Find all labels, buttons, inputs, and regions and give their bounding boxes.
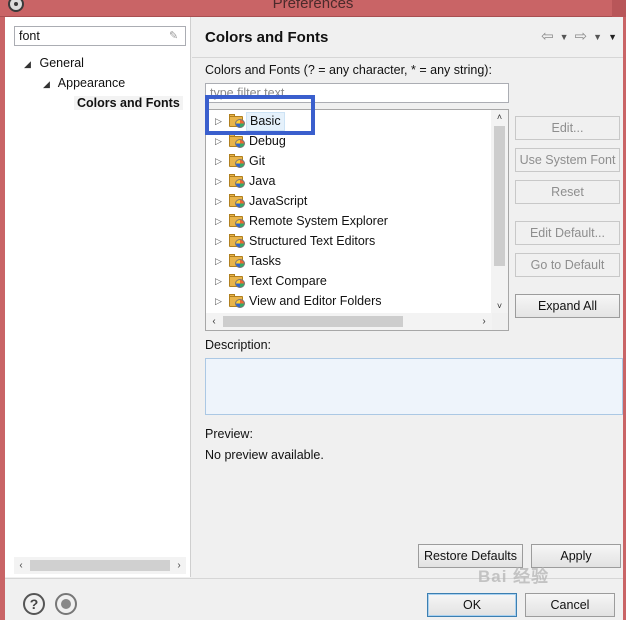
tree-node-appearance[interactable]: ◢ Appearance xyxy=(43,73,125,93)
tree-vertical-scrollbar[interactable]: ˄ ˅ xyxy=(491,110,508,313)
description-label: Description: xyxy=(205,338,271,352)
scroll-right-icon[interactable]: › xyxy=(476,313,492,330)
edit-default-button[interactable]: Edit Default... xyxy=(515,221,620,245)
tree-item-text-compare[interactable]: ▷ Text Compare xyxy=(206,271,486,291)
page-title: Colors and Fonts xyxy=(205,29,329,46)
description-area xyxy=(205,358,623,415)
folder-palette-icon xyxy=(229,134,245,148)
record-macro-icon[interactable] xyxy=(55,593,77,615)
expanded-arrow-icon[interactable]: ◢ xyxy=(24,54,36,74)
help-icon[interactable]: ? xyxy=(23,593,45,615)
tree-item-label: JavaScript xyxy=(249,194,308,208)
filter-value: font xyxy=(19,29,40,43)
tree-item-structured-text-editors[interactable]: ▷ Structured Text Editors xyxy=(206,231,486,251)
tree-item-label: Remote System Explorer xyxy=(249,214,388,228)
clear-filter-icon[interactable]: ✎ xyxy=(169,30,181,42)
reset-button[interactable]: Reset xyxy=(515,180,620,204)
folder-palette-icon xyxy=(229,274,245,288)
forward-arrow-icon[interactable]: ⇨ xyxy=(575,29,588,45)
preferences-filter-input[interactable]: font ✎ xyxy=(14,26,186,46)
tree-node-label: Colors and Fonts xyxy=(74,96,183,110)
preview-text: No preview available. xyxy=(205,448,324,462)
watermark-text: Bai 经验 xyxy=(478,567,550,586)
folder-palette-icon xyxy=(229,174,245,188)
scroll-right-icon[interactable]: › xyxy=(172,557,186,574)
title-bar: Preferences xyxy=(0,0,626,17)
collapsed-arrow-icon[interactable]: ▷ xyxy=(215,151,222,171)
back-menu-chevron-icon[interactable]: ▼ xyxy=(560,29,569,45)
tree-item-label: Text Compare xyxy=(249,274,327,288)
folder-palette-icon xyxy=(229,214,245,228)
folder-palette-icon xyxy=(229,194,245,208)
use-system-font-button[interactable]: Use System Font xyxy=(515,148,620,172)
tree-item-view-and-editor-folders[interactable]: ▷ View and Editor Folders xyxy=(206,291,486,311)
annotation-highlight-box xyxy=(205,95,315,135)
scrollbar-thumb[interactable] xyxy=(494,126,505,266)
scroll-left-icon[interactable]: ‹ xyxy=(14,557,28,574)
colors-and-fonts-page: Colors and Fonts ⇦ ▼ ⇨ ▼ ▼ Colors and Fo… xyxy=(192,17,623,577)
scroll-left-icon[interactable]: ‹ xyxy=(206,313,222,330)
folder-palette-icon xyxy=(229,294,245,308)
collapsed-arrow-icon[interactable]: ▷ xyxy=(215,171,222,191)
scrollbar-corner xyxy=(492,313,508,330)
cancel-button[interactable]: Cancel xyxy=(525,593,615,617)
scroll-up-icon[interactable]: ˄ xyxy=(491,110,508,124)
tree-item-label: Structured Text Editors xyxy=(249,234,376,248)
forward-menu-chevron-icon[interactable]: ▼ xyxy=(593,29,602,45)
history-navigation: ⇦ ▼ ⇨ ▼ ▼ xyxy=(541,29,617,45)
tree-item-tasks[interactable]: ▷ Tasks xyxy=(206,251,486,271)
tree-node-general[interactable]: ◢ General xyxy=(24,53,84,73)
title-bar-edge xyxy=(612,0,626,17)
window-title: Preferences xyxy=(272,0,354,12)
view-menu-icon[interactable]: ▼ xyxy=(608,29,617,45)
tree-node-label: General xyxy=(39,56,84,70)
folder-palette-icon xyxy=(229,234,245,248)
tree-item-label: Tasks xyxy=(249,254,281,268)
scrollbar-thumb[interactable] xyxy=(223,316,403,327)
go-to-default-button[interactable]: Go to Default xyxy=(515,253,620,277)
tree-node-colors-and-fonts[interactable]: Colors and Fonts xyxy=(74,93,183,113)
tree-item-label: View and Editor Folders xyxy=(249,294,382,308)
back-arrow-icon[interactable]: ⇦ xyxy=(541,29,554,45)
collapsed-arrow-icon[interactable]: ▷ xyxy=(215,231,222,251)
preview-label: Preview: xyxy=(205,427,253,441)
tree-horizontal-scrollbar[interactable]: ‹ › xyxy=(206,313,492,330)
collapsed-arrow-icon[interactable]: ▷ xyxy=(215,271,222,291)
edit-button[interactable]: Edit... xyxy=(515,116,620,140)
collapsed-arrow-icon[interactable]: ▷ xyxy=(215,251,222,271)
scrollbar-thumb[interactable] xyxy=(30,560,170,571)
folder-palette-icon xyxy=(229,254,245,268)
tree-item-git[interactable]: ▷ Git xyxy=(206,151,486,171)
expanded-arrow-icon[interactable]: ◢ xyxy=(43,74,55,94)
tree-item-remote-system-explorer[interactable]: ▷ Remote System Explorer xyxy=(206,211,486,231)
preferences-tree-pane: font ✎ ◢ General ◢ Appearance Colors and… xyxy=(5,17,191,577)
collapsed-arrow-icon[interactable]: ▷ xyxy=(215,211,222,231)
tree-item-javascript[interactable]: ▷ JavaScript xyxy=(206,191,486,211)
ok-button[interactable]: OK xyxy=(427,593,517,617)
tree-item-label: Git xyxy=(249,154,265,168)
page-header: Colors and Fonts ⇦ ▼ ⇨ ▼ ▼ xyxy=(192,17,623,58)
folder-palette-icon xyxy=(229,154,245,168)
collapsed-arrow-icon[interactable]: ▷ xyxy=(215,291,222,311)
colors-fonts-tree: ▷ Basic ▷ Debug ▷ Git ▷ Java ▷ JavaScrip… xyxy=(205,109,509,331)
tree-item-label: Java xyxy=(249,174,276,188)
collapsed-arrow-icon[interactable]: ▷ xyxy=(215,191,222,211)
filter-label: Colors and Fonts (? = any character, * =… xyxy=(205,63,492,77)
tree-node-label: Appearance xyxy=(57,76,126,90)
tree-horizontal-scrollbar[interactable]: ‹ › xyxy=(14,557,186,574)
scroll-down-icon[interactable]: ˅ xyxy=(491,299,508,313)
tree-item-java[interactable]: ▷ Java xyxy=(206,171,486,191)
expand-all-button[interactable]: Expand All xyxy=(515,294,620,318)
